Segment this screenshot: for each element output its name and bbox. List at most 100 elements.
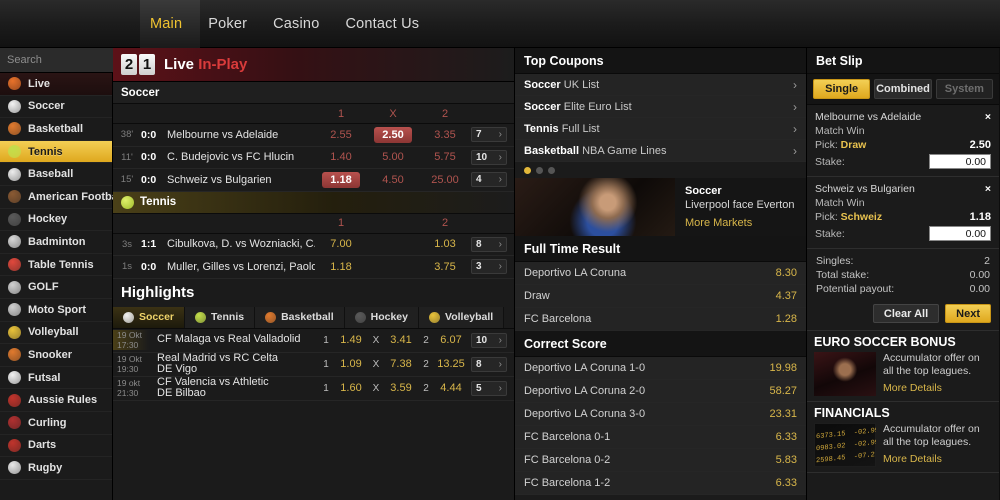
odd-away[interactable]: 3.35: [419, 129, 471, 141]
coupon-item[interactable]: Soccer UK List ›: [515, 74, 806, 96]
sidebar-item-american-football[interactable]: American Football: [0, 186, 124, 209]
clear-all-button[interactable]: Clear All: [872, 304, 940, 323]
featured-match-banner[interactable]: Soccer Liverpool face Everton More Marke…: [515, 178, 806, 236]
table-row[interactable]: 11' 0:0 C. Budejovic vs FC Hlucin 1.40 5…: [113, 147, 514, 169]
tab-tennis[interactable]: Tennis: [185, 306, 256, 328]
table-row[interactable]: 15' 0:0 Schweiz vs Bulgarien 1.18 4.50 2…: [113, 169, 514, 192]
bet-slip-tab-single[interactable]: Single: [813, 79, 871, 99]
correct-score-row[interactable]: FC Barcelona 0-1 6.33: [515, 426, 806, 449]
odd-away[interactable]: 6.07: [431, 334, 471, 346]
full-time-result-row[interactable]: Draw 4.37: [515, 285, 806, 308]
tab-soccer[interactable]: Soccer: [113, 306, 186, 328]
correct-score-row[interactable]: FC Barcelona 1-2 6.33: [515, 472, 806, 495]
markets-count-button[interactable]: 8 ›: [471, 356, 507, 372]
outcome-odds[interactable]: 8.30: [776, 267, 797, 279]
sidebar-item-volleyball[interactable]: Volleyball: [0, 322, 112, 345]
tab-volleyball[interactable]: Volleyball: [418, 306, 505, 328]
outcome-odds[interactable]: 1.28: [776, 313, 797, 325]
nav-item-contact-us[interactable]: Contact Us: [345, 16, 419, 32]
sidebar-item-darts[interactable]: Darts: [0, 435, 112, 458]
outcome-odds[interactable]: 6.33: [776, 477, 797, 489]
promo-banner[interactable]: FINANCIALS Accumulator offer on all the …: [807, 402, 999, 473]
nav-item-casino[interactable]: Casino: [273, 16, 319, 32]
outcome-odds[interactable]: 6.33: [776, 431, 797, 443]
sidebar-item-curling[interactable]: Curling: [0, 412, 112, 435]
sidebar-item-futsal[interactable]: Futsal: [0, 367, 112, 390]
odd-home[interactable]: 1.49: [331, 334, 371, 346]
odd-player2[interactable]: 3.75: [419, 261, 471, 273]
sidebar-item-live[interactable]: Live: [0, 73, 112, 96]
odd-away[interactable]: 25.00: [419, 174, 471, 186]
sidebar-item-hockey[interactable]: Hockey: [0, 209, 112, 232]
odd-draw[interactable]: 2.50: [367, 126, 419, 143]
odd-player1[interactable]: 1.18: [315, 261, 367, 273]
nav-item-poker[interactable]: Poker: [208, 16, 247, 32]
odd-home[interactable]: 1.09: [331, 358, 371, 370]
markets-count-button[interactable]: 5 ›: [471, 380, 507, 396]
correct-score-row[interactable]: Deportivo LA Coruna 3-0 23.31: [515, 403, 806, 426]
odd-home[interactable]: 1.60: [331, 382, 371, 394]
odd-player1[interactable]: 7.00: [315, 238, 367, 250]
stake-input[interactable]: [929, 154, 991, 169]
list-item[interactable]: 19 okt 21:30 CF Valencia vs Athletic DE Bi…: [113, 376, 514, 401]
outcome-odds[interactable]: 5.83: [776, 454, 797, 466]
list-item[interactable]: 19 Okt 17:30 CF Malaga vs Real Valladolid…: [113, 329, 514, 353]
outcome-odds[interactable]: 19.98: [769, 362, 797, 374]
tab-basketball[interactable]: Basketball: [255, 306, 345, 328]
markets-count-button[interactable]: 4 ›: [471, 172, 507, 188]
markets-count-button[interactable]: 10 ›: [471, 332, 507, 348]
coupon-item[interactable]: Basketball NBA Game Lines ›: [515, 140, 806, 162]
more-details-link[interactable]: More Details: [883, 453, 992, 466]
tab-hockey[interactable]: Hockey: [344, 306, 419, 328]
markets-count-button[interactable]: 7 ›: [471, 127, 507, 143]
correct-score-row[interactable]: Deportivo LA Coruna 2-0 58.27: [515, 380, 806, 403]
odd-draw[interactable]: 5.00: [367, 151, 419, 163]
correct-score-row[interactable]: Deportivo LA Coruna 1-0 19.98: [515, 357, 806, 380]
bet-slip-tab-combined[interactable]: Combined: [874, 79, 932, 99]
sidebar-item-badminton[interactable]: Badminton: [0, 231, 112, 254]
odd-home[interactable]: 2.55: [315, 129, 367, 141]
search-box[interactable]: [0, 48, 162, 73]
outcome-odds[interactable]: 23.31: [769, 408, 797, 420]
odd-away[interactable]: 4.44: [431, 382, 471, 394]
odd-draw[interactable]: 3.41: [381, 334, 421, 346]
correct-score-row[interactable]: FC Barcelona 0-2 5.83: [515, 449, 806, 472]
sidebar-item-baseball[interactable]: Baseball: [0, 163, 112, 186]
sidebar-item-tennis[interactable]: Tennis: [0, 140, 112, 164]
table-row[interactable]: 38' 0:0 Melbourne vs Adelaide 2.55 2.50 …: [113, 124, 514, 147]
full-time-result-row[interactable]: FC Barcelona 1.28: [515, 308, 806, 331]
stake-input[interactable]: [929, 226, 991, 241]
sidebar-item-snooker[interactable]: Snooker: [0, 344, 112, 367]
full-time-result-row[interactable]: Deportivo LA Coruna 8.30: [515, 262, 806, 285]
markets-count-button[interactable]: 3 ›: [471, 259, 507, 275]
outcome-odds[interactable]: 4.37: [776, 290, 797, 302]
table-row[interactable]: 1s 0:0 Muller, Gilles vs Lorenzi, Paolo …: [113, 256, 514, 279]
sidebar-item-moto-sport[interactable]: Moto Sport: [0, 299, 112, 322]
sidebar-item-golf[interactable]: GOLF: [0, 276, 112, 299]
bet-slip-tab-system[interactable]: System: [935, 79, 993, 99]
markets-count-button[interactable]: 10 ›: [471, 149, 507, 165]
odd-home[interactable]: 1.40: [315, 151, 367, 163]
list-item[interactable]: 19 Okt 19:30 Real Madrid vs RC Celta DE Vi…: [113, 352, 514, 377]
coupon-item[interactable]: Tennis Full List ›: [515, 118, 806, 140]
remove-bet-button[interactable]: ×: [985, 183, 991, 195]
table-row[interactable]: 3s 1:1 Cibulkova, D. vs Wozniacki, C. 7.…: [113, 234, 514, 256]
odd-away[interactable]: 5.75: [419, 151, 471, 163]
nav-item-main[interactable]: Main: [150, 16, 182, 32]
sidebar-item-aussie-rules[interactable]: Aussie Rules: [0, 389, 112, 412]
odd-home[interactable]: 1.18: [315, 171, 367, 188]
sidebar-item-table-tennis[interactable]: Table Tennis: [0, 254, 112, 277]
odd-draw[interactable]: 3.59: [381, 382, 421, 394]
coupon-item[interactable]: Soccer Elite Euro List ›: [515, 96, 806, 118]
odd-draw[interactable]: 7.38: [381, 358, 421, 370]
sidebar-item-rugby[interactable]: Rugby: [0, 457, 112, 480]
next-button[interactable]: Next: [945, 304, 991, 323]
remove-bet-button[interactable]: ×: [985, 111, 991, 123]
carousel-dot-1[interactable]: [524, 166, 531, 174]
outcome-odds[interactable]: 58.27: [769, 385, 797, 397]
odd-player2[interactable]: 1.03: [419, 238, 471, 250]
more-markets-link[interactable]: More Markets: [685, 216, 794, 230]
more-details-link[interactable]: More Details: [883, 382, 992, 395]
promo-banner[interactable]: EURO SOCCER BONUS Accumulator offer on a…: [807, 331, 999, 402]
carousel-dot-2[interactable]: [536, 166, 543, 174]
